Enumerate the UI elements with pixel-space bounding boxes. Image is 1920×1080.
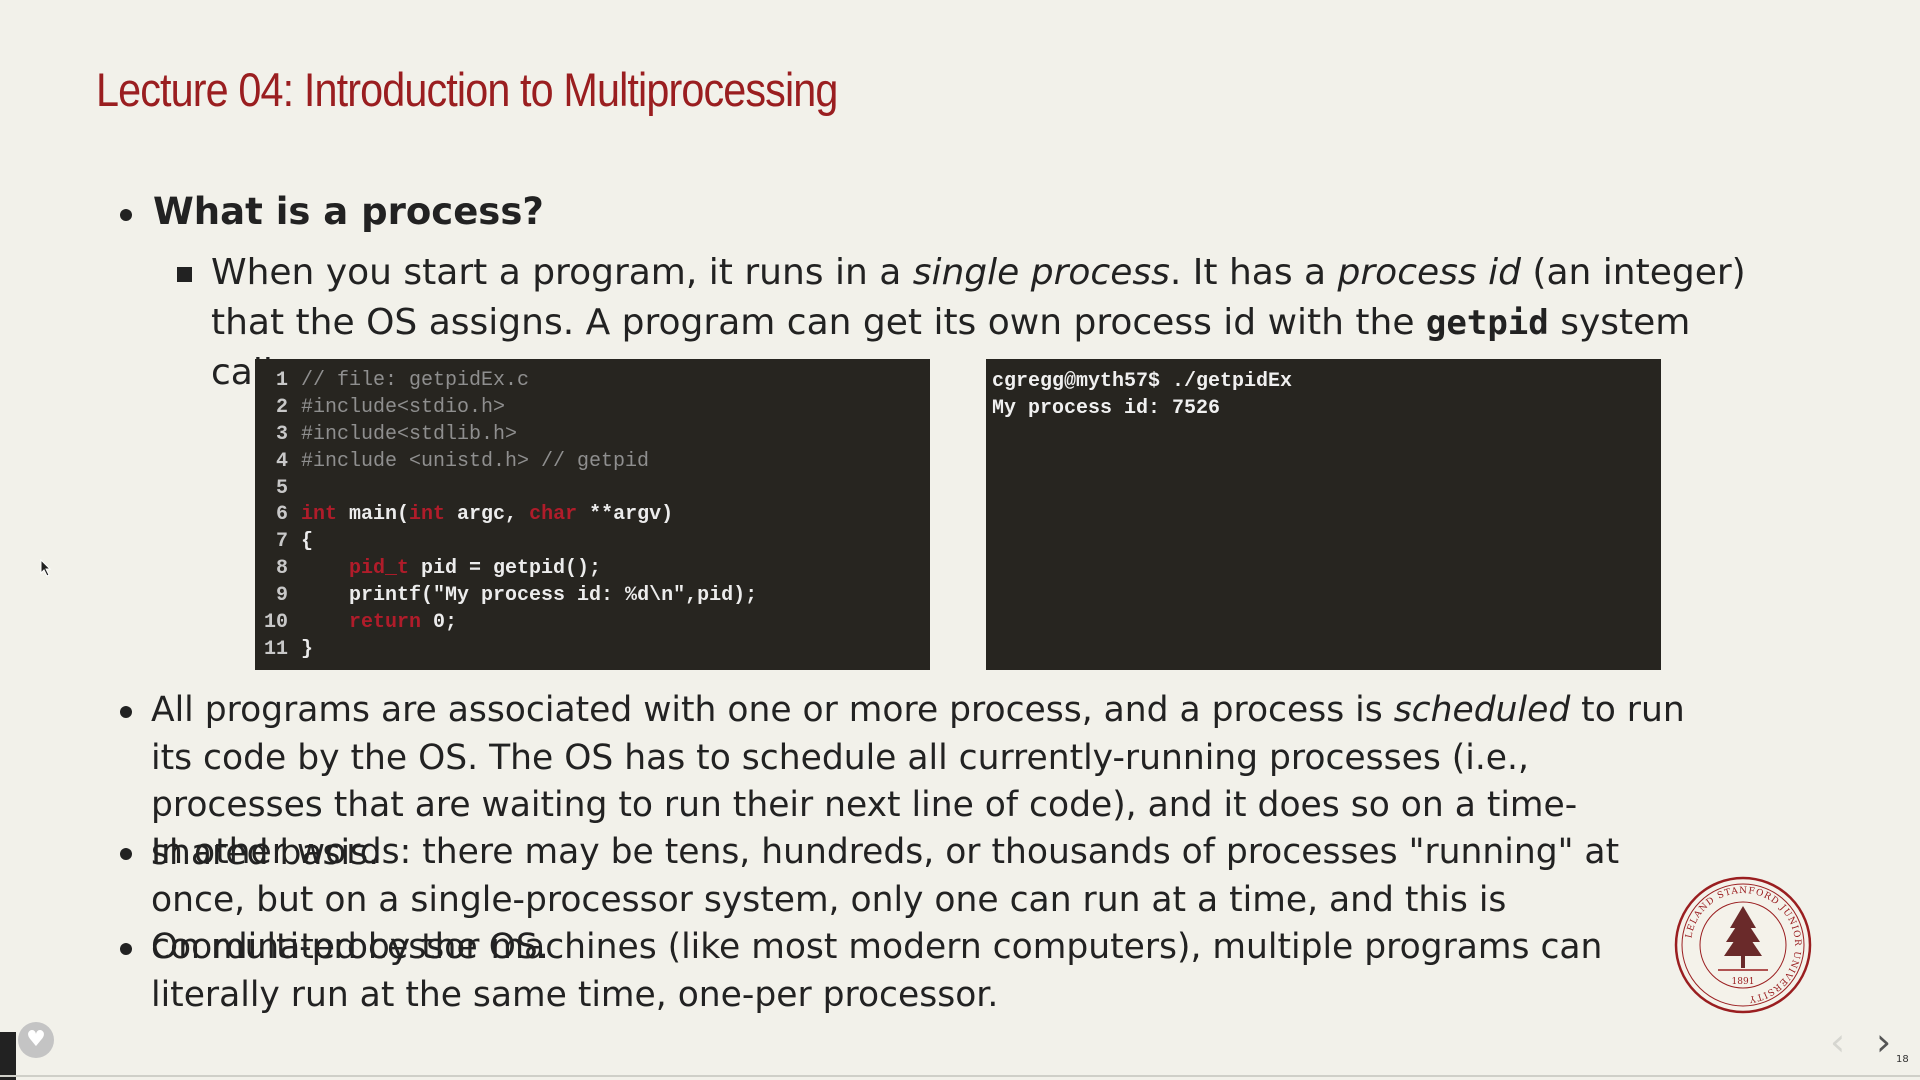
line-number: 6: [275, 503, 288, 527]
bullet-marker: [120, 209, 132, 221]
code-text: main(: [337, 503, 410, 527]
line-number: 2: [275, 395, 288, 419]
line-number: 8: [275, 557, 288, 581]
code-comment: // file: getpidEx.c: [301, 369, 530, 392]
bullet-text: All programs are associated with one or …: [151, 690, 1394, 730]
slide-title: Lecture 04: Introduction to Multiprocess…: [96, 63, 838, 116]
code-line: 4 #include <unistd.h> // getpid: [255, 449, 930, 476]
seal-year: 1891: [1732, 977, 1755, 987]
desc-emphasis: single process: [912, 252, 1170, 293]
line-number: 4: [275, 449, 288, 473]
question-heading: What is a process?: [153, 190, 544, 233]
code-line: 9 printf("My process id: %d\n",pid);: [255, 583, 930, 610]
heart-icon[interactable]: ♥: [18, 1022, 54, 1058]
page-number: 18: [1896, 1054, 1909, 1065]
edge-handle: [0, 1032, 16, 1080]
chevron-left-icon[interactable]: ‹: [1830, 1020, 1845, 1064]
university-seal: LELAND STANFORD JUNIOR UNIVERSITY 1891: [1674, 876, 1812, 1014]
line-number: 10: [263, 611, 288, 635]
code-keyword: pid_t: [349, 557, 410, 581]
line-number: 9: [275, 584, 288, 608]
code-keyword: int: [409, 503, 446, 527]
inline-code: getpid: [1425, 303, 1549, 343]
terminal-output: cgregg@myth57$ ./getpidEx My process id:…: [986, 359, 1661, 670]
code-line: 2 #include<stdio.h>: [255, 395, 930, 422]
code-text: pid = getpid();: [409, 557, 602, 581]
code-include: #include<stdlib.h>: [301, 422, 518, 446]
code-text: 0;: [421, 611, 458, 635]
code-line: 3 #include<stdlib.h>: [255, 422, 930, 449]
code-include: #include<stdio.h>: [301, 395, 506, 419]
slide: Lecture 04: Introduction to Multiprocess…: [0, 0, 1920, 1080]
line-number: 7: [275, 530, 288, 554]
code-text: }: [301, 637, 314, 661]
desc-text: When you start a program, it runs in a: [211, 252, 913, 293]
code-line: 6 int main(int argc, char **argv): [255, 502, 930, 529]
code-keyword: char: [529, 503, 578, 527]
code-text: **argv): [577, 503, 674, 527]
bullet-multiprocessor: On multi-processor machines (like most m…: [151, 927, 1603, 1015]
line-number: 1: [275, 369, 288, 392]
code-line: 8 pid_t pid = getpid();: [255, 556, 930, 583]
terminal-command: cgregg@myth57$ ./getpidEx: [992, 370, 1293, 393]
code-include: #include <unistd.h> // getpid: [301, 449, 650, 473]
code-line: 7{: [255, 529, 930, 556]
line-number: 5: [275, 476, 288, 500]
sub-bullet-marker: [177, 267, 192, 282]
mouse-cursor-icon: [40, 559, 52, 577]
line-number: 3: [275, 422, 288, 446]
code-line: 1 // file: getpidEx.c: [255, 368, 930, 395]
code-listing: 1// file: getpidEx.c 2 #include<stdio.h> …: [255, 359, 930, 670]
code-line: 10 return 0;: [255, 610, 930, 637]
code-text: printf("My process id: %d\n",pid);: [349, 584, 758, 608]
chevron-right-icon[interactable]: ›: [1876, 1020, 1891, 1064]
bullet-emphasis: scheduled: [1393, 690, 1571, 730]
code-line: 11}: [255, 637, 930, 664]
code-keyword: int: [301, 503, 338, 527]
code-keyword: return: [349, 611, 422, 635]
bullet-marker: [120, 706, 132, 718]
terminal-result: My process id: 7526: [992, 397, 1221, 420]
desc-text: . It has a: [1169, 252, 1338, 293]
code-line: 5: [255, 476, 930, 503]
bullet-marker: [120, 943, 132, 955]
bullet-marker: [120, 848, 132, 860]
progress-track: [0, 1075, 1920, 1077]
line-number: 11: [263, 637, 288, 661]
desc-emphasis: process id: [1337, 252, 1521, 293]
code-text: {: [301, 530, 314, 554]
code-text: argc,: [445, 503, 530, 527]
